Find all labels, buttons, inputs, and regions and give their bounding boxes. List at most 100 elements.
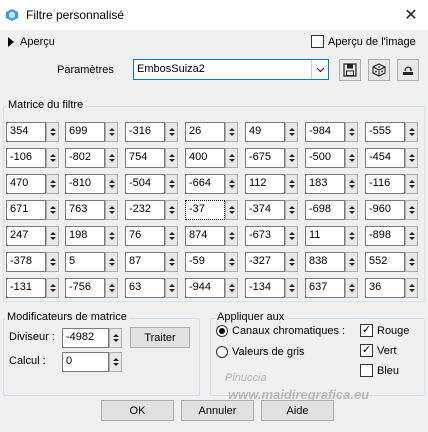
process-button[interactable]: Traiter (130, 327, 190, 348)
green-checkbox[interactable]: ✓ Vert (360, 344, 397, 357)
close-button[interactable]: ✕ (400, 4, 422, 26)
matrix-cell-input[interactable]: -898 (365, 226, 405, 246)
matrix-cell-input[interactable]: -664 (185, 174, 225, 194)
matrix-cell-spinner[interactable] (285, 122, 298, 142)
matrix-cell[interactable]: -698 (305, 200, 359, 220)
matrix-cell-spinner[interactable] (405, 226, 418, 246)
matrix-cell[interactable]: -664 (185, 174, 239, 194)
matrix-cell-input[interactable]: 552 (365, 252, 405, 272)
matrix-cell-input[interactable]: -59 (185, 252, 225, 272)
matrix-cell-spinner[interactable] (225, 174, 238, 194)
matrix-cell-spinner[interactable] (225, 122, 238, 142)
matrix-cell[interactable]: -131 (6, 278, 60, 298)
matrix-cell[interactable]: 76 (125, 226, 179, 246)
matrix-cell-input[interactable]: 112 (245, 174, 285, 194)
matrix-cell-spinner[interactable] (285, 252, 298, 272)
matrix-cell[interactable]: 400 (185, 148, 239, 168)
matrix-cell-spinner[interactable] (46, 148, 59, 168)
reset-preset-button[interactable] (397, 59, 419, 81)
matrix-cell-spinner[interactable] (105, 200, 118, 220)
matrix-cell-spinner[interactable] (225, 200, 238, 220)
divisor-spinner[interactable] (109, 328, 122, 348)
matrix-cell[interactable]: 36 (365, 278, 419, 298)
matrix-cell-spinner[interactable] (165, 226, 178, 246)
matrix-cell-input[interactable]: -116 (365, 174, 405, 194)
matrix-cell-input[interactable]: -316 (125, 122, 165, 142)
matrix-cell-input[interactable]: 36 (365, 278, 405, 298)
matrix-cell[interactable]: -673 (245, 226, 299, 246)
matrix-cell-input[interactable]: 874 (185, 226, 225, 246)
matrix-cell[interactable]: -675 (245, 148, 299, 168)
matrix-cell-spinner[interactable] (345, 200, 358, 220)
matrix-cell-spinner[interactable] (46, 278, 59, 298)
matrix-cell-input[interactable]: -504 (125, 174, 165, 194)
matrix-cell-spinner[interactable] (285, 174, 298, 194)
matrix-cell-input[interactable]: 198 (65, 226, 105, 246)
matrix-cell[interactable]: -378 (6, 252, 60, 272)
matrix-cell[interactable]: 838 (305, 252, 359, 272)
matrix-cell-input[interactable]: -555 (365, 122, 405, 142)
matrix-cell-input[interactable]: -673 (245, 226, 285, 246)
matrix-cell[interactable]: -944 (185, 278, 239, 298)
matrix-cell[interactable]: -555 (365, 122, 419, 142)
matrix-cell[interactable]: 354 (6, 122, 60, 142)
matrix-cell-spinner[interactable] (165, 148, 178, 168)
matrix-cell-input[interactable]: -756 (65, 278, 105, 298)
matrix-cell-input[interactable]: -131 (6, 278, 46, 298)
matrix-cell-input[interactable]: -37 (185, 200, 225, 220)
matrix-cell-spinner[interactable] (165, 174, 178, 194)
matrix-cell-spinner[interactable] (165, 278, 178, 298)
matrix-cell-spinner[interactable] (405, 174, 418, 194)
matrix-cell[interactable]: 552 (365, 252, 419, 272)
matrix-cell[interactable]: -59 (185, 252, 239, 272)
matrix-cell-input[interactable]: -810 (65, 174, 105, 194)
matrix-cell-spinner[interactable] (345, 122, 358, 142)
matrix-cell-input[interactable]: -698 (305, 200, 345, 220)
matrix-cell[interactable]: -374 (245, 200, 299, 220)
matrix-cell[interactable]: 470 (6, 174, 60, 194)
red-check-box[interactable]: ✓ (360, 324, 373, 337)
matrix-cell-spinner[interactable] (345, 148, 358, 168)
matrix-cell-input[interactable]: -675 (245, 148, 285, 168)
matrix-cell-input[interactable]: -106 (6, 148, 46, 168)
matrix-cell-spinner[interactable] (46, 174, 59, 194)
preview-toggle-label[interactable]: Aperçu (20, 36, 55, 48)
chevron-down-icon[interactable] (311, 60, 328, 79)
matrix-cell-spinner[interactable] (225, 278, 238, 298)
matrix-cell-spinner[interactable] (46, 252, 59, 272)
matrix-cell-input[interactable]: 354 (6, 122, 46, 142)
matrix-cell-spinner[interactable] (165, 252, 178, 272)
matrix-cell[interactable]: -504 (125, 174, 179, 194)
matrix-cell-input[interactable]: 247 (6, 226, 46, 246)
matrix-cell-input[interactable]: 183 (305, 174, 345, 194)
matrix-cell-spinner[interactable] (46, 200, 59, 220)
matrix-cell[interactable]: 671 (6, 200, 60, 220)
save-preset-button[interactable] (339, 59, 361, 81)
red-checkbox[interactable]: ✓ Rouge (360, 324, 409, 337)
matrix-cell-spinner[interactable] (405, 148, 418, 168)
matrix-cell[interactable]: 11 (305, 226, 359, 246)
random-preset-button[interactable] (368, 59, 390, 81)
matrix-cell-input[interactable]: -500 (305, 148, 345, 168)
blue-check-box[interactable] (360, 364, 373, 377)
matrix-cell-input[interactable]: 11 (305, 226, 345, 246)
matrix-cell-spinner[interactable] (285, 278, 298, 298)
matrix-cell-spinner[interactable] (105, 252, 118, 272)
matrix-cell[interactable]: 699 (65, 122, 119, 142)
matrix-cell-input[interactable]: -378 (6, 252, 46, 272)
blue-checkbox[interactable]: Bleu (360, 364, 399, 377)
matrix-cell-input[interactable]: 671 (6, 200, 46, 220)
matrix-cell-spinner[interactable] (285, 200, 298, 220)
gray-radio[interactable] (216, 346, 228, 359)
matrix-cell-spinner[interactable] (225, 148, 238, 168)
matrix-cell-spinner[interactable] (285, 148, 298, 168)
channels-radio-option[interactable]: Canaux chromatiques : (216, 325, 345, 338)
matrix-cell[interactable]: -454 (365, 148, 419, 168)
matrix-cell-input[interactable]: -802 (65, 148, 105, 168)
matrix-cell[interactable]: -106 (6, 148, 60, 168)
matrix-cell-input[interactable]: -232 (125, 200, 165, 220)
matrix-cell-input[interactable]: -960 (365, 200, 405, 220)
matrix-cell[interactable]: 26 (185, 122, 239, 142)
matrix-cell[interactable]: 763 (65, 200, 119, 220)
matrix-cell[interactable]: -37 (185, 200, 239, 220)
